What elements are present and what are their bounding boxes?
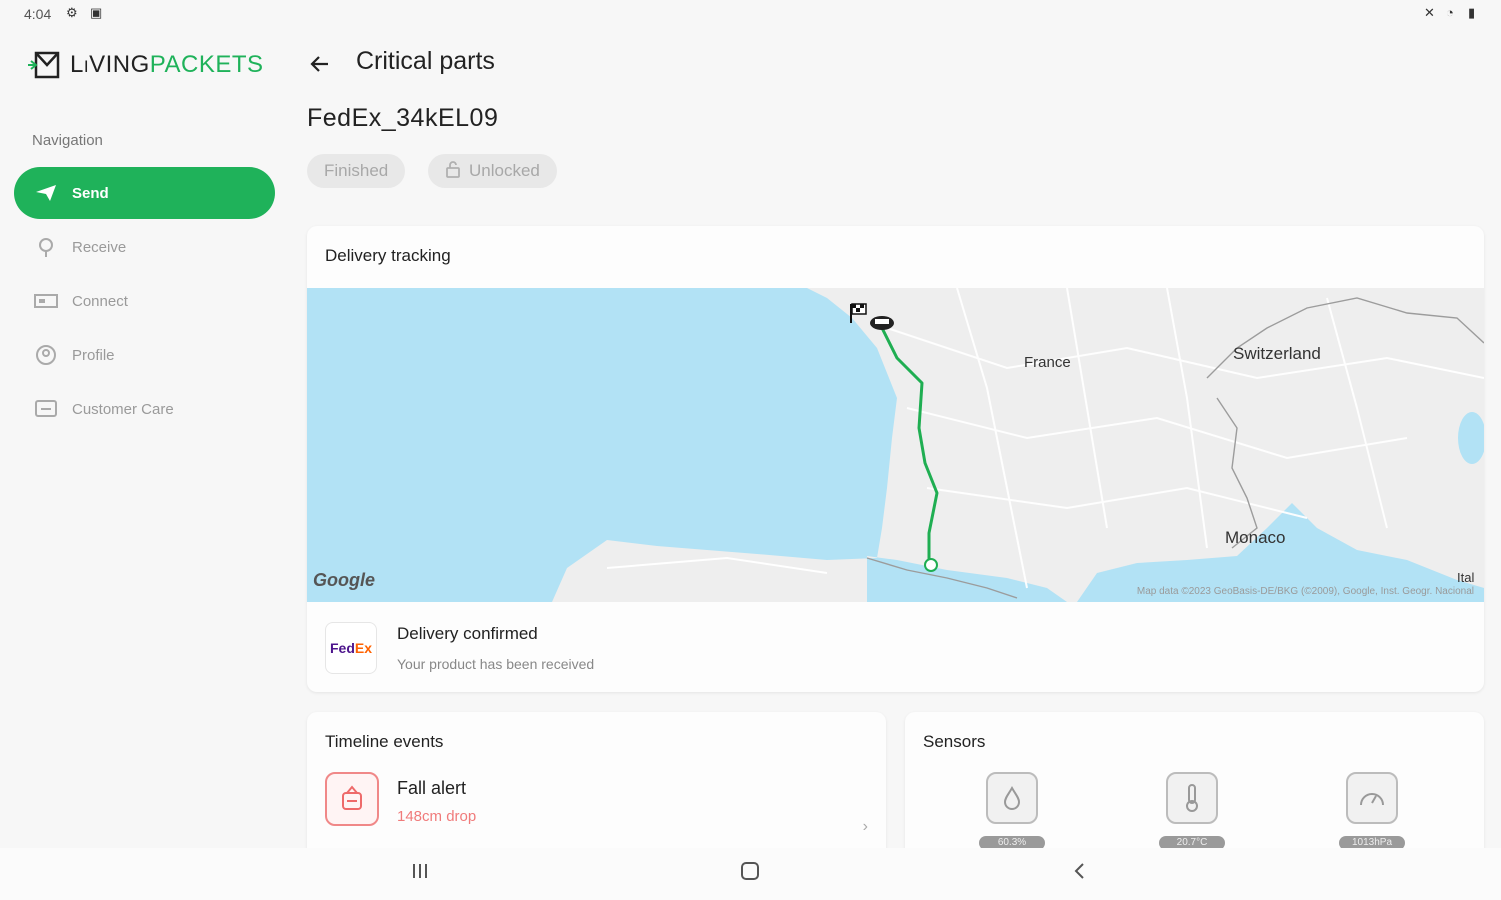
card-title: Delivery tracking	[325, 246, 451, 265]
google-logo: Google	[313, 570, 375, 590]
pressure-icon	[1360, 793, 1384, 806]
delivery-status: Delivery confirmed	[397, 624, 538, 643]
brand-name: LiVINGPACKETS	[70, 51, 264, 79]
map-label-switzerland: Switzerland	[1233, 344, 1321, 363]
card-title: Sensors	[923, 732, 986, 751]
wifi-icon: ◔	[1446, 5, 1454, 20]
page-title: Critical parts	[356, 47, 495, 75]
status-bar: 4:04 ⚙ ▣ ✕ ◔ ▮	[0, 0, 1501, 28]
fedex-logo-fed: Fed	[329, 640, 355, 656]
sidebar-item-label: Receive	[72, 238, 127, 256]
map-land	[552, 288, 1484, 602]
send-icon	[34, 181, 58, 205]
home-button[interactable]	[740, 862, 760, 886]
carrier-logo: Fed Ex	[325, 622, 377, 674]
chip-label: Unlocked	[469, 161, 540, 180]
pressure-sensor-button[interactable]	[1346, 772, 1398, 824]
image-icon: ▣	[90, 5, 103, 20]
system-navigation-bar	[0, 848, 1501, 900]
humidity-icon	[1003, 785, 1021, 810]
mute-icon: ✕	[1424, 5, 1435, 20]
brand-name-part2: PACKETS	[149, 51, 264, 78]
humidity-sensor-button[interactable]	[986, 772, 1038, 824]
map-attribution: Map data ©2023 GeoBasis-DE/BKG (©2009), …	[1136, 586, 1474, 597]
delivery-status-subtitle: Your product has been received	[397, 656, 595, 672]
map-label-france: France	[1024, 354, 1071, 371]
profile-icon	[34, 343, 58, 367]
sidebar-item-label: Send	[72, 184, 109, 202]
event-title: Fall alert	[397, 778, 467, 798]
system-back-button[interactable]	[1072, 862, 1088, 886]
chat-icon	[34, 397, 58, 421]
status-chip-unlocked: Unlocked	[428, 154, 557, 188]
receive-icon	[34, 235, 58, 259]
sidebar-item-connect[interactable]: Connect	[14, 275, 275, 327]
sidebar-item-label: Profile	[72, 346, 115, 364]
app-logo: LiVINGPACKETS	[28, 50, 264, 80]
map-label-italy: Ital	[1457, 570, 1475, 585]
fall-alert-icon	[325, 772, 379, 826]
chip-label: Finished	[324, 161, 389, 180]
delivery-tracking-card: Delivery tracking France Switzerland Mon…	[307, 226, 1484, 692]
unlock-icon	[445, 160, 461, 183]
connect-icon	[34, 289, 58, 313]
sidebar-item-customer-care[interactable]: Customer Care	[14, 383, 275, 435]
battery-icon: ▮	[1468, 5, 1476, 20]
box-logo-icon	[28, 51, 60, 79]
recent-apps-button[interactable]	[410, 862, 430, 886]
thermometer-icon	[1186, 784, 1198, 812]
map-label-monaco: Monaco	[1225, 528, 1286, 547]
brand-name-part1: LiVING	[70, 51, 150, 78]
sidebar-item-receive[interactable]: Receive	[14, 221, 275, 273]
temperature-sensor-button[interactable]	[1166, 772, 1218, 824]
sidebar-item-label: Connect	[72, 292, 128, 310]
tracking-map[interactable]: France Switzerland Monaco Ital Google Ma…	[307, 288, 1484, 602]
nav-heading: Navigation	[32, 132, 103, 149]
sidebar-item-label: Customer Care	[72, 400, 174, 418]
device-name: FedEx_34kEL09	[307, 104, 499, 132]
back-arrow-icon[interactable]	[306, 50, 334, 78]
sidebar-item-send[interactable]: Send	[14, 167, 275, 219]
chevron-right-icon: ›	[862, 818, 868, 835]
event-subtitle: 148cm drop	[397, 808, 477, 825]
sidebar: LiVINGPACKETS Navigation Send Receive Co…	[0, 28, 290, 848]
fedex-logo-ex: Ex	[354, 640, 372, 656]
status-chip-finished: Finished	[307, 154, 406, 188]
status-time: 4:04	[24, 6, 52, 22]
card-title: Timeline events	[325, 732, 444, 751]
sidebar-item-profile[interactable]: Profile	[14, 329, 275, 381]
gear-icon: ⚙	[66, 5, 78, 20]
